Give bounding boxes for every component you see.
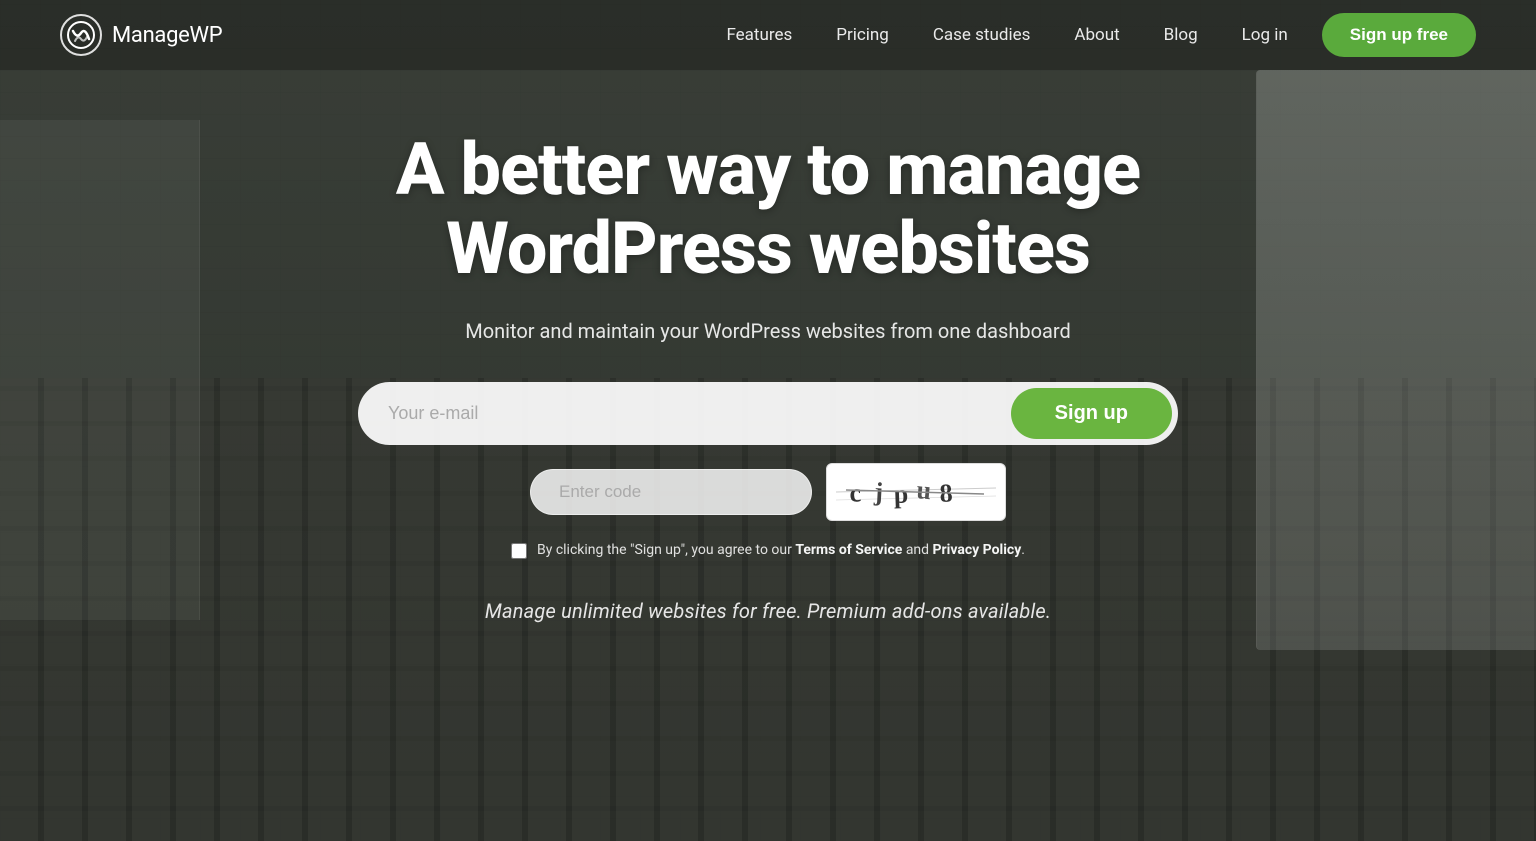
nav-about[interactable]: About [1052, 17, 1141, 53]
hero-subtitle: Monitor and maintain your WordPress webs… [465, 316, 1071, 346]
privacy-link[interactable]: Privacy Policy [933, 542, 1022, 558]
nav-signup-button[interactable]: Sign up free [1322, 13, 1476, 57]
logo-text: ManageWP [112, 23, 222, 48]
captcha-input[interactable] [531, 470, 811, 514]
svg-text:c: c [848, 479, 862, 509]
terms-checkbox[interactable] [511, 543, 527, 559]
hero-title: A better way to manage WordPress website… [288, 130, 1248, 288]
logo[interactable]: ManageWP [60, 14, 222, 56]
svg-text:u: u [915, 475, 932, 505]
email-signup-form: Sign up [358, 382, 1178, 445]
navbar: ManageWP Features Pricing Case studies A… [0, 0, 1536, 70]
email-input-wrap: Sign up [358, 382, 1178, 445]
hero-section: A better way to manage WordPress website… [0, 70, 1536, 623]
nav-pricing[interactable]: Pricing [814, 17, 911, 53]
logo-icon [60, 14, 102, 56]
captcha-image: c j p u 8 [826, 463, 1006, 521]
nav-login[interactable]: Log in [1220, 17, 1310, 53]
tos-link[interactable]: Terms of Service [795, 542, 902, 558]
captcha-row: c j p u 8 [358, 463, 1178, 521]
email-input[interactable] [388, 403, 1003, 424]
svg-text:p: p [893, 480, 908, 509]
nav-case-studies[interactable]: Case studies [911, 17, 1053, 53]
captcha-input-wrap [530, 469, 812, 515]
nav-blog[interactable]: Blog [1142, 17, 1220, 53]
terms-text: By clicking the "Sign up", you agree to … [537, 541, 1025, 561]
signup-button[interactable]: Sign up [1011, 388, 1172, 439]
tagline: Manage unlimited websites for free. Prem… [485, 599, 1051, 623]
nav-links: Features Pricing Case studies About Blog… [704, 13, 1476, 57]
terms-row: By clicking the "Sign up", you agree to … [358, 541, 1178, 561]
nav-features[interactable]: Features [704, 17, 814, 53]
